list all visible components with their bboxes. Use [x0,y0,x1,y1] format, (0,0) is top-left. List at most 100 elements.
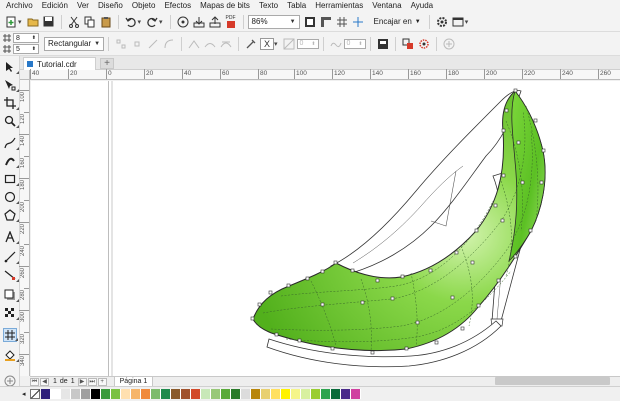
color-swatch[interactable] [331,389,341,399]
to-curve-icon[interactable] [162,35,176,53]
publish-pdf-icon[interactable]: PDF [224,13,238,31]
color-swatch[interactable] [111,389,121,399]
clear-mesh-icon[interactable] [417,35,431,53]
color-swatch[interactable] [341,389,351,399]
cusp-node-icon[interactable] [187,35,201,53]
horizontal-ruler[interactable]: 40 20 0 20 40 60 80 100 120 140 160 180 … [30,69,620,80]
crop-tool-icon[interactable] [3,96,19,110]
copy-icon[interactable] [83,13,97,31]
options-gear-icon[interactable] [435,13,449,31]
save-icon[interactable] [42,13,56,31]
smooth-mesh-color-icon[interactable] [376,35,390,53]
color-swatch[interactable] [201,389,211,399]
add-tab-button[interactable]: + [100,58,114,69]
color-swatch[interactable] [91,389,101,399]
to-line-icon[interactable] [146,35,160,53]
color-swatch[interactable] [131,389,141,399]
smoothness-icon[interactable] [329,35,343,53]
show-guides-icon[interactable] [351,13,365,31]
color-swatch[interactable] [321,389,331,399]
tab-tutorial-cdr[interactable]: Tutorial.cdr [23,57,96,70]
polygon-tool-icon[interactable] [3,208,19,222]
copy-mesh-fill-icon[interactable] [401,35,415,53]
connector-tool-icon[interactable] [3,268,19,282]
color-swatch[interactable] [261,389,271,399]
color-swatch[interactable] [351,389,361,399]
shoe-drawing[interactable] [31,81,620,376]
rectangle-tool-icon[interactable] [3,172,19,186]
zoom-level-combo[interactable]: 86% ▼ [247,14,300,29]
new-dropdown-icon[interactable]: ▾ [18,18,22,26]
menu-texto[interactable]: Texto [259,0,278,12]
fill-tool-icon[interactable] [3,348,19,362]
undo-dropdown-icon[interactable]: ▾ [138,18,142,26]
launch-dropdown-icon[interactable]: ▾ [465,18,469,26]
eyedropper-icon[interactable] [244,35,258,53]
symmetric-node-icon[interactable] [219,35,233,53]
new-document-icon[interactable] [4,13,18,31]
vertical-ruler[interactable]: 100 120 140 160 180 200 220 240 260 280 300 320 340 [19,80,30,376]
color-swatch[interactable] [41,389,51,399]
color-swatch[interactable] [291,389,301,399]
color-swatch[interactable] [191,389,201,399]
color-swatch[interactable] [71,389,81,399]
color-swatch[interactable] [241,389,251,399]
ruler-origin[interactable] [20,70,30,80]
zoom-tool-icon[interactable] [3,114,19,128]
menu-ayuda[interactable]: Ayuda [411,0,434,12]
add-preset-icon[interactable] [442,35,456,53]
color-swatch[interactable] [211,389,221,399]
transparency-input[interactable]: 0 ⬍ [296,38,319,49]
color-swatch[interactable] [61,389,71,399]
color-swatch[interactable] [181,389,191,399]
menu-herramientas[interactable]: Herramientas [315,0,363,12]
menu-tabla[interactable]: Tabla [287,0,306,12]
color-swatch[interactable] [281,389,291,399]
shape-tool-icon[interactable] [3,78,19,92]
export-icon[interactable] [208,13,222,31]
color-swatch[interactable] [121,389,131,399]
drop-shadow-tool-icon[interactable] [3,288,19,302]
menu-efectos[interactable]: Efectos [164,0,191,12]
color-swatch[interactable] [101,389,111,399]
text-tool-icon[interactable] [3,230,19,244]
cut-icon[interactable] [67,13,81,31]
delete-nodes-icon[interactable] [130,35,144,53]
pick-tool-icon[interactable] [3,60,19,74]
color-swatch[interactable] [51,389,61,399]
color-swatch[interactable] [271,389,281,399]
last-page-button[interactable]: ⏭ [87,377,97,386]
redo-dropdown-icon[interactable]: ▾ [159,18,163,26]
redo-icon[interactable] [145,13,159,31]
horizontal-scrollbar[interactable] [495,377,610,385]
color-swatch[interactable] [251,389,261,399]
width-input[interactable]: 8 ⬍ [13,33,39,43]
show-grid-icon[interactable] [335,13,349,31]
artistic-media-tool-icon[interactable] [3,154,19,168]
color-swatch[interactable] [231,389,241,399]
launch-panel-icon[interactable] [451,13,465,31]
height-input[interactable]: 5 ⬍ [13,44,39,54]
menu-diseno[interactable]: Diseño [98,0,123,12]
add-nodes-icon[interactable] [114,35,128,53]
color-swatch[interactable] [151,389,161,399]
first-page-button[interactable]: ⏮ [30,377,39,386]
drawing-canvas[interactable] [31,81,620,376]
import-icon[interactable] [192,13,206,31]
color-swatch[interactable] [171,389,181,399]
color-swatch[interactable] [311,389,321,399]
transparency-icon[interactable] [282,35,296,53]
menu-ventana[interactable]: Ventana [372,0,401,12]
color-swatch[interactable] [81,389,91,399]
paste-icon[interactable] [99,13,113,31]
fill-color-dropdown-icon[interactable]: ▾ [274,40,278,48]
search-content-icon[interactable] [176,13,190,31]
palette-scroll-left-icon[interactable]: ◂ [22,390,26,398]
color-swatch[interactable] [301,389,311,399]
next-page-button[interactable]: ▶ [77,377,87,386]
parallel-dimension-tool-icon[interactable] [3,250,19,264]
full-screen-icon[interactable] [303,13,317,31]
color-swatch[interactable] [221,389,231,399]
menu-mapas-de-bits[interactable]: Mapas de bits [200,0,250,12]
smoothness-input[interactable]: 0 ⬍ [343,38,366,49]
